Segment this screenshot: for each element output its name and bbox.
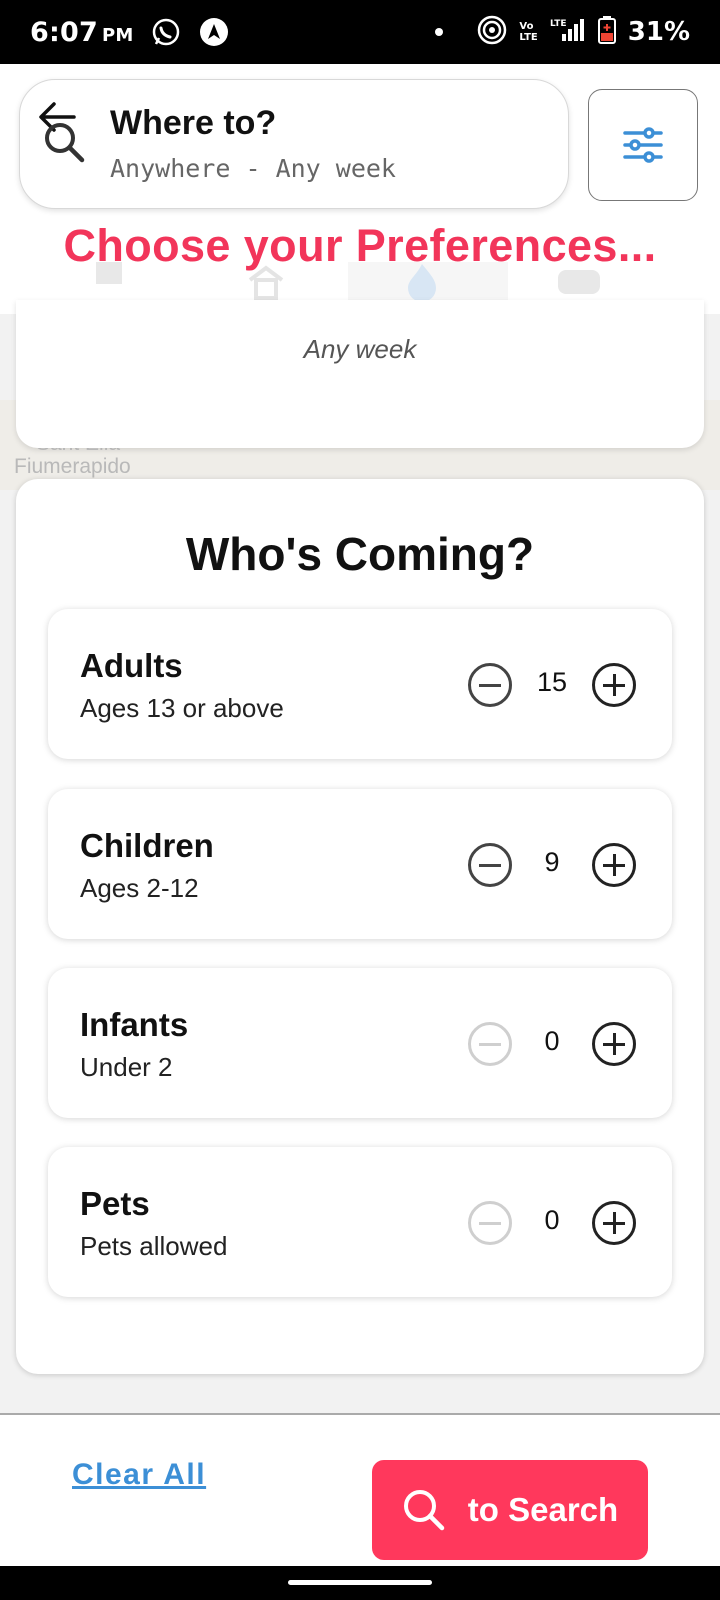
children-increment-button[interactable] [592,843,636,887]
children-count: 9 [544,847,560,877]
minus-icon [479,1221,501,1225]
volte-icon: Vo LTE [519,21,538,43]
adults-count: 15 [536,667,568,697]
search-button-label: to Search [467,1491,619,1528]
guest-row-adults: Adults Ages 13 or above 15 [48,609,672,759]
battery-percent: 31% [627,17,690,47]
dates-card[interactable] [16,300,704,448]
signal-icon: LTE [550,17,586,47]
search-icon [42,120,86,169]
filter-sliders-icon [623,127,663,163]
pets-decrement-button[interactable] [468,1201,512,1245]
guest-row-children: Children Ages 2-12 9 [48,789,672,939]
infants-decrement-button[interactable] [468,1022,512,1066]
minus-icon [479,863,501,867]
minus-icon [479,1042,501,1046]
search-subtitle: Anywhere - Any week [110,154,396,183]
system-nav-bar [0,1566,720,1600]
notification-dot [435,28,444,36]
pets-count: 0 [544,1205,560,1235]
guest-description: Ages 2-12 [80,873,199,903]
children-decrement-button[interactable] [468,843,512,887]
filter-button[interactable] [588,89,698,201]
clear-all-button[interactable]: Clear All [72,1458,206,1492]
status-bar: 6:07 PM Vo LTE LTE 31% [0,0,720,64]
guest-row-pets: Pets Pets allowed 0 [48,1147,672,1297]
adults-increment-button[interactable] [592,663,636,707]
preferences-banner: Choose your Preferences... [63,220,657,271]
guest-description: Ages 13 or above [80,693,284,723]
infants-increment-button[interactable] [592,1022,636,1066]
status-time: 6:07 PM [30,16,134,48]
guest-label: Pets [80,1185,150,1222]
pets-increment-button[interactable] [592,1201,636,1245]
guest-description: Pets allowed [80,1231,228,1261]
navigation-icon [199,17,229,47]
svg-text:LTE: LTE [550,19,567,29]
guest-label: Adults [80,647,183,684]
dates-summary: Any week [303,334,417,364]
map-label: Fiumerapido [14,455,131,478]
whatsapp-icon [151,17,181,47]
guest-row-infants: Infants Under 2 0 [48,968,672,1118]
guest-label: Children [80,827,214,864]
adults-decrement-button[interactable] [468,663,512,707]
status-indicators: Vo LTE LTE 31% [435,15,690,49]
minus-icon [479,683,501,687]
battery-icon [597,16,616,48]
search-pill[interactable] [19,79,569,209]
search-button[interactable]: to Search [372,1460,648,1560]
guest-description: Under 2 [80,1052,173,1082]
infants-count: 0 [544,1026,560,1056]
search-icon [403,1490,445,1531]
home-gesture-handle[interactable] [288,1580,432,1585]
hotspot-icon [477,15,507,49]
guest-label: Infants [80,1006,189,1043]
guests-title: Who's Coming? [185,528,535,580]
search-title: Where to? [110,104,277,142]
